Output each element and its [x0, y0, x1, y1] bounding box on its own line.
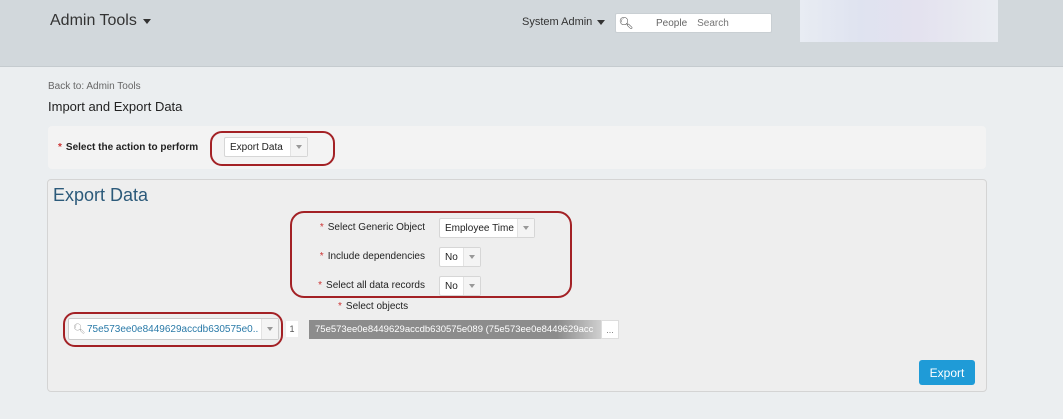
- search-scope[interactable]: People: [656, 18, 687, 29]
- chevron-down-icon[interactable]: [463, 248, 480, 266]
- generic-object-value: Employee Time: [445, 222, 514, 234]
- selected-object-chip[interactable]: 75e573ee0e8449629accdb630575e089 (75e573…: [309, 320, 601, 339]
- export-panel-title: Export Data: [53, 185, 149, 205]
- action-panel: * Select the action to perform Export Dat…: [48, 126, 986, 169]
- generic-object-select[interactable]: Employee Time: [439, 218, 535, 238]
- redacted-area: [800, 0, 998, 42]
- app-title: Admin Tools: [50, 12, 137, 29]
- search-icon[interactable]: 🔍︎: [616, 16, 636, 30]
- selected-count: 1: [286, 321, 298, 337]
- include-dependencies-value: No: [445, 251, 458, 263]
- user-menu[interactable]: System Admin: [522, 16, 606, 28]
- include-dependencies-label: * Include dependencies: [319, 251, 425, 262]
- caret-down-icon: [597, 19, 606, 25]
- objects-picker[interactable]: 🔍︎ 75e573ee0e8449629accdb630575e0...: [68, 318, 279, 340]
- chevron-down-icon[interactable]: [290, 138, 307, 156]
- export-button[interactable]: Export: [919, 360, 975, 385]
- required-marker: *: [58, 142, 62, 153]
- page-title: Import and Export Data: [48, 99, 183, 114]
- action-select-value: Export Data: [230, 141, 283, 153]
- objects-picker-value: 75e573ee0e8449629accdb630575e0...: [87, 323, 259, 335]
- select-objects-label: * Select objects: [338, 301, 409, 312]
- app-menu[interactable]: Admin Tools: [50, 12, 151, 30]
- action-label: * Select the action to perform: [58, 142, 199, 153]
- magnifier-icon: 🔍︎: [73, 323, 86, 335]
- caret-down-icon: [142, 18, 151, 24]
- select-all-records-select[interactable]: No: [439, 276, 481, 296]
- user-name: System Admin: [522, 16, 593, 28]
- breadcrumb-back-link[interactable]: Back to: Admin Tools: [48, 81, 141, 92]
- chevron-down-icon[interactable]: [463, 277, 480, 295]
- search-input[interactable]: [697, 17, 748, 29]
- chevron-down-icon[interactable]: [261, 319, 278, 339]
- top-navigation-bar: Admin Tools System Admin 🔍︎ People: [0, 0, 1063, 67]
- include-dependencies-select[interactable]: No: [439, 247, 481, 267]
- more-button[interactable]: ...: [601, 320, 619, 339]
- action-select[interactable]: Export Data: [224, 137, 308, 157]
- chevron-down-icon[interactable]: [517, 219, 534, 237]
- generic-object-label: * Select Generic Object: [319, 222, 425, 233]
- export-data-panel: Export Data * Select Generic Object Emplo…: [47, 179, 987, 392]
- select-all-records-label: * Select all data records: [318, 280, 425, 291]
- search-box[interactable]: 🔍︎ People: [615, 13, 772, 33]
- select-all-records-value: No: [445, 280, 458, 292]
